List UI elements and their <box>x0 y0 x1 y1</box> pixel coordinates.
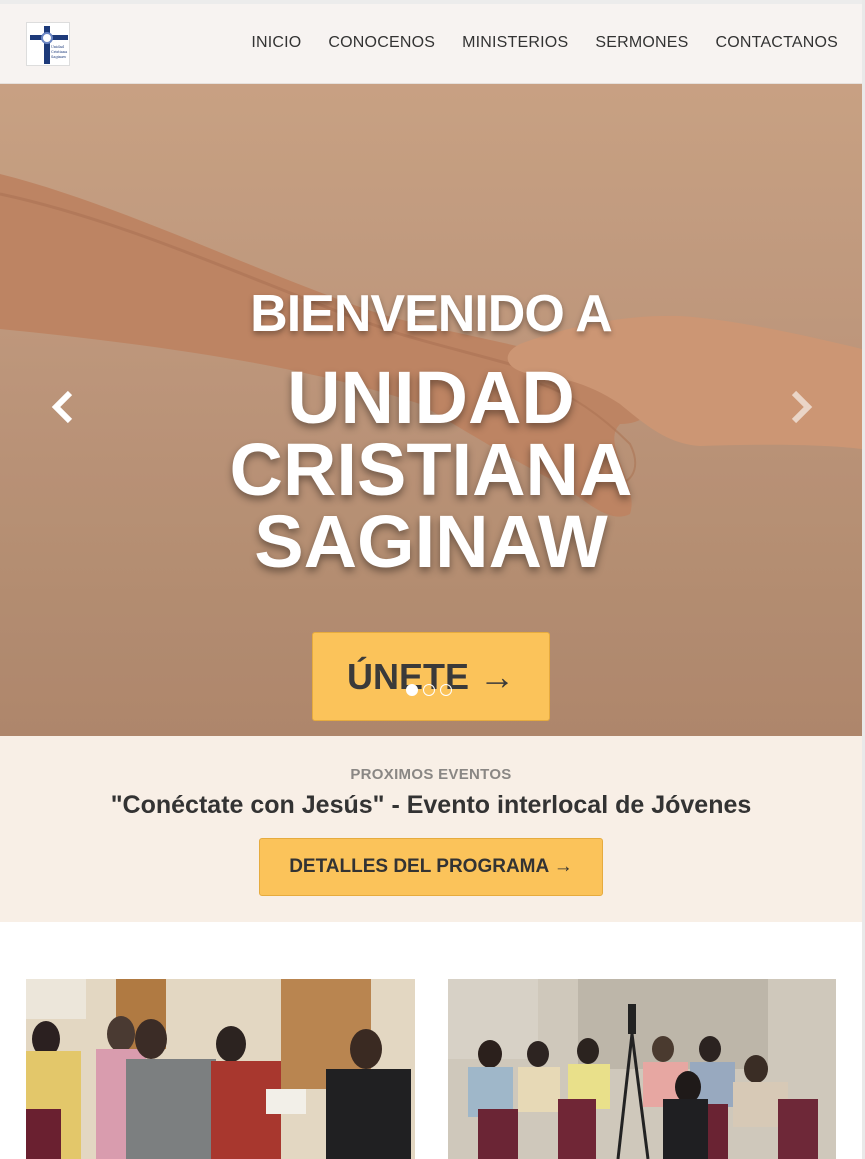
events-kicker: PROXIMOS EVENTOS <box>350 766 512 783</box>
event-photo-2-image <box>448 979 836 1159</box>
hero-heading-line-1: UNIDAD <box>287 356 575 439</box>
carousel-next-button[interactable] <box>780 387 820 427</box>
main-nav: INICIO CONOCENOS MINISTERIOS SERMONES CO… <box>251 34 838 52</box>
nav-item-inicio[interactable]: INICIO <box>251 34 301 52</box>
navbar: Unidad Cristiana Saginaw INICIO CONOCENO… <box>0 4 862 84</box>
join-button[interactable]: ÚNETE → <box>312 632 550 721</box>
program-details-button[interactable]: DETALLES DEL PROGRAMA → <box>259 838 603 896</box>
hero-carousel: BIENVENIDO A UNIDAD CRISTIANA SAGINAW ÚN… <box>0 84 862 736</box>
carousel-indicators <box>406 684 452 696</box>
church-logo[interactable]: Unidad Cristiana Saginaw <box>26 22 70 66</box>
event-photo-2[interactable] <box>448 979 836 1159</box>
nav-item-ministerios[interactable]: MINISTERIOS <box>462 34 568 52</box>
hero-heading-line-3: SAGINAW <box>254 500 608 583</box>
logo-text: Unidad Cristiana Saginaw <box>51 45 68 59</box>
event-photo-1-image <box>26 979 415 1159</box>
chevron-right-icon <box>791 390 813 424</box>
hero-heading-line-2: CRISTIANA <box>229 428 633 511</box>
hero-heading: UNIDAD CRISTIANA SAGINAW <box>0 356 862 583</box>
events-title: "Conéctate con Jesús" - Evento interloca… <box>110 791 752 819</box>
nav-item-contactanos[interactable]: CONTACTANOS <box>716 34 839 52</box>
logo-circle-icon <box>41 32 53 44</box>
nav-item-sermones[interactable]: SERMONES <box>595 34 688 52</box>
carousel-prev-button[interactable] <box>44 387 84 427</box>
carousel-dot-1[interactable] <box>406 684 418 696</box>
event-photo-1[interactable] <box>26 979 415 1159</box>
nav-item-conocenos[interactable]: CONOCENOS <box>328 34 435 52</box>
hero-subheading: BIENVENIDO A <box>250 285 613 343</box>
upcoming-events: PROXIMOS EVENTOS "Conéctate con Jesús" -… <box>0 736 862 922</box>
chevron-left-icon <box>51 390 73 424</box>
carousel-dot-2[interactable] <box>423 684 435 696</box>
carousel-dot-3[interactable] <box>440 684 452 696</box>
